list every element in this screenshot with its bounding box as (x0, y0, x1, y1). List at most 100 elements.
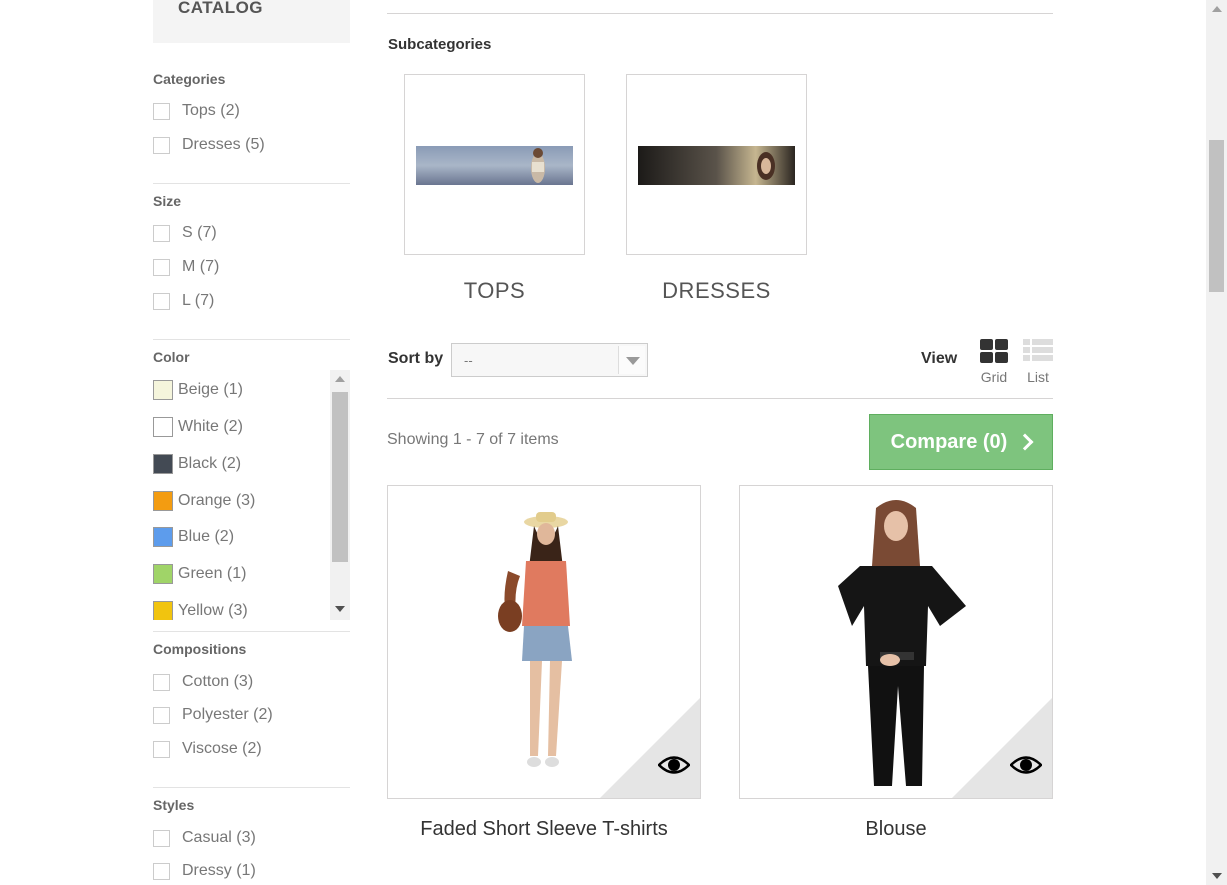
checkbox[interactable] (153, 829, 170, 847)
eye-icon[interactable] (1010, 754, 1042, 776)
filter-option-size-m[interactable]: M (7) (153, 256, 219, 278)
eye-icon[interactable] (658, 754, 690, 776)
compare-button-label: Compare (0) (890, 430, 1008, 453)
color-swatch[interactable] (153, 417, 173, 437)
sort-by-label: Sort by (388, 350, 444, 367)
color-swatch[interactable] (153, 454, 173, 474)
catalog-block: CATALOG (153, 0, 350, 43)
color-swatch[interactable] (153, 491, 173, 511)
scroll-down-arrow-icon[interactable] (1212, 873, 1222, 879)
scroll-up-arrow-icon[interactable] (335, 376, 345, 382)
filter-option-dressy[interactable]: Dressy (1) (153, 860, 256, 882)
catalog-title: CATALOG (178, 0, 264, 17)
product-count: Showing 1 - 7 of 7 items (387, 431, 559, 448)
sort-by-select[interactable]: -- (451, 343, 648, 377)
color-option-label: Orange (3) (178, 492, 256, 509)
product-name-link[interactable]: Blouse (739, 818, 1053, 841)
sort-by-value: -- (464, 353, 473, 368)
checkbox[interactable] (153, 740, 170, 758)
filter-title-categories: Categories (153, 71, 226, 87)
grid-view-button[interactable]: Grid (974, 338, 1014, 388)
scrollbar-thumb[interactable] (1209, 140, 1224, 292)
color-option-white[interactable]: White (2) (153, 416, 243, 438)
filter-option-viscose[interactable]: Viscose (2) (153, 738, 262, 760)
color-swatch[interactable] (153, 527, 173, 547)
color-option-label: Blue (2) (178, 528, 235, 545)
subcategory-image-dresses[interactable] (626, 74, 807, 255)
filter-option-label: Viscose (2) (182, 740, 262, 757)
filter-title-compositions: Compositions (153, 641, 247, 657)
filter-option-label: Polyester (2) (182, 706, 273, 723)
color-option-label: Green (1) (178, 565, 247, 582)
filter-option-label: Dressy (1) (182, 862, 256, 879)
list-view-label: List (1027, 369, 1049, 385)
subcategory-banner-image (416, 146, 573, 185)
subcategory-banner-image (638, 146, 795, 185)
product-image-faded-short-sleeve-tshirts[interactable] (387, 485, 701, 799)
color-swatch[interactable] (153, 601, 173, 620)
scroll-up-arrow-icon[interactable] (1212, 6, 1222, 12)
color-list-scrollbar[interactable] (330, 370, 350, 620)
color-swatch[interactable] (153, 380, 173, 400)
filter-title-styles: Styles (153, 797, 195, 813)
filter-option-label: Dresses (5) (182, 136, 265, 153)
checkbox[interactable] (153, 136, 170, 154)
subcategory-link-tops[interactable]: TOPS (404, 278, 585, 304)
scroll-down-arrow-icon[interactable] (335, 606, 345, 612)
page-scrollbar[interactable] (1206, 0, 1227, 885)
chevron-right-icon (1016, 433, 1034, 451)
filter-option-label: Casual (3) (182, 829, 256, 846)
filter-option-casual[interactable]: Casual (3) (153, 827, 256, 849)
color-option-label: Yellow (3) (178, 602, 248, 619)
filter-title-size: Size (153, 193, 182, 209)
checkbox[interactable] (153, 673, 170, 691)
checkbox[interactable] (153, 862, 170, 880)
product-image-blouse[interactable] (739, 485, 1053, 799)
chevron-down-icon (626, 357, 640, 365)
subcategory-link-dresses[interactable]: DRESSES (626, 278, 807, 304)
view-label: View (921, 350, 958, 367)
quick-view-corner[interactable] (952, 698, 1052, 798)
color-swatch[interactable] (153, 564, 173, 584)
color-option-label: Beige (1) (178, 381, 243, 398)
checkbox[interactable] (153, 292, 170, 310)
filter-divider (153, 787, 350, 788)
color-option-orange[interactable]: Orange (3) (153, 490, 255, 512)
checkbox[interactable] (153, 706, 170, 724)
filter-option-label: S (7) (182, 224, 217, 241)
product-name-link[interactable]: Faded Short Sleeve T-shirts (387, 818, 701, 841)
filter-option-tops[interactable]: Tops (2) (153, 100, 240, 122)
filter-title-color: Color (153, 349, 190, 365)
list-view-button[interactable]: List (1018, 338, 1058, 388)
color-option-label: White (2) (178, 418, 243, 435)
checkbox[interactable] (153, 258, 170, 276)
scrollbar-thumb[interactable] (332, 392, 348, 562)
color-option-blue[interactable]: Blue (2) (153, 526, 234, 548)
filter-divider (153, 631, 350, 632)
filter-option-label: Tops (2) (182, 102, 240, 119)
filter-option-size-l[interactable]: L (7) (153, 290, 214, 312)
filter-option-size-s[interactable]: S (7) (153, 222, 217, 244)
color-option-label: Black (2) (178, 455, 242, 472)
filter-option-polyester[interactable]: Polyester (2) (153, 704, 273, 726)
checkbox[interactable] (153, 224, 170, 242)
grid-view-label: Grid (980, 369, 1008, 385)
quick-view-corner[interactable] (600, 698, 700, 798)
checkbox[interactable] (153, 102, 170, 120)
filter-option-cotton[interactable]: Cotton (3) (153, 671, 253, 693)
grid-icon (980, 339, 1008, 363)
filter-divider (153, 183, 350, 184)
compare-button[interactable]: Compare (0) (869, 414, 1053, 470)
dropdown-toggle[interactable] (618, 346, 645, 374)
filter-option-label: Cotton (3) (182, 673, 254, 690)
filter-option-dresses[interactable]: Dresses (5) (153, 134, 265, 156)
color-option-yellow[interactable]: Yellow (3) (153, 600, 248, 620)
color-option-black[interactable]: Black (2) (153, 453, 241, 475)
subcategories-heading: Subcategories (388, 36, 492, 53)
color-filter-list[interactable]: Beige (1) White (2) Black (2) Orange (3)… (153, 370, 350, 620)
subcategory-image-tops[interactable] (404, 74, 585, 255)
divider (387, 13, 1053, 14)
list-icon (1023, 339, 1053, 361)
color-option-beige[interactable]: Beige (1) (153, 379, 243, 401)
color-option-green[interactable]: Green (1) (153, 563, 246, 585)
